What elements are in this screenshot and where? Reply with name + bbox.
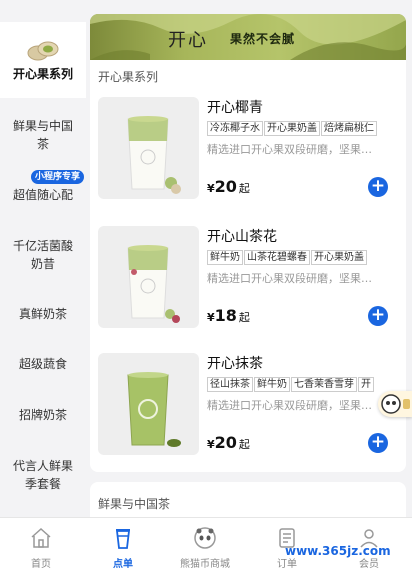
product-list: 开心 果然不会腻 开心果系列 开心椰青 冷冻椰子水 开心果奶盖 焙烤扁桃仁 精选… [90,14,406,517]
product-image [98,226,199,328]
tab-panda-mall[interactable]: 熊猫币商城 [164,518,246,571]
product-item[interactable]: 开心山茶花 鲜牛奶 山茶花碧螺春 开心果奶盖 精选进口开心果双段研磨，坚果… ¥18… [90,226,406,346]
product-price: ¥18 起 [207,306,250,325]
add-to-cart-button[interactable]: + [368,306,388,326]
sidebar-item-label: 千亿活菌酸奶昔 [12,239,73,271]
product-image [98,97,199,199]
product-item[interactable]: 开心椰青 冷冻椰子水 开心果奶盖 焙烤扁桃仁 精选进口开心果双段研磨，坚果… ¥20… [90,97,406,217]
product-tag: 七香茉香雪芽 [291,377,357,392]
sidebar-item-label: 超值随心配 [12,188,73,202]
panda-icon [381,394,410,414]
sidebar-item-label: 开心果系列 [12,67,73,81]
section-title: 开心果系列 [98,70,159,84]
product-tag: 开心果奶盖 [311,250,367,265]
product-tag: 鲜牛奶 [254,377,290,392]
site-watermark: www.365jz.com [285,544,391,558]
product-tag: 鲜牛奶 [207,250,243,265]
product-tag: 径山抹茶 [207,377,253,392]
banner-logo: 开心 [168,30,208,51]
product-item[interactable]: 开心抹茶 径山抹茶 鲜牛奶 七香茉香雪芽开 精选进口开心果双段研磨，坚果… ¥20 起… [90,353,406,473]
banner-slogan: 果然不会腻 [230,32,296,46]
panda-icon [194,527,216,549]
product-tags: 冷冻椰子水 开心果奶盖 焙烤扁桃仁 [207,121,406,137]
product-tag: 开心果奶盖 [264,121,320,136]
sidebar-item-veggie[interactable]: 超级蔬食 [0,352,86,376]
customer-service-float-button[interactable] [378,391,412,417]
sidebar-item-celebrity-combo[interactable]: 代言人鲜果季套餐 [0,455,86,495]
tab-order-menu[interactable]: 点单 [82,518,164,571]
product-image [98,353,199,455]
add-to-cart-button[interactable]: + [368,433,388,453]
product-description: 精选进口开心果双段研磨，坚果… [207,143,372,156]
sidebar-item-label: 真鲜奶茶 [18,307,67,321]
product-tag: 冷冻椰子水 [207,121,263,136]
tab-home[interactable]: 首页 [0,518,82,571]
exclusive-badge: 小程序专享 [31,170,85,184]
product-tags: 径山抹茶 鲜牛奶 七香茉香雪芽开 [207,377,406,393]
product-tag: 山茶花碧螺春 [244,250,310,265]
sidebar-item-yogurt[interactable]: 千亿活菌酸奶昔 [0,235,86,275]
sidebar-item-fresh-milk-tea[interactable]: 真鲜奶茶 [0,302,86,326]
product-tags: 鲜牛奶 山茶花碧螺春 开心果奶盖 [207,250,406,266]
plus-icon: + [370,305,386,325]
product-name: 开心椰青 [207,100,263,116]
plus-icon: + [370,432,386,452]
pistachio-icon [27,41,59,61]
product-description: 精选进口开心果双段研磨，坚果… [207,399,372,412]
plus-icon: + [370,176,386,196]
product-tag: 焙烤扁桃仁 [321,121,377,136]
category-sidebar: 开心果系列 鲜果与中国茶 小程序专享 超值随心配 千亿活菌酸奶昔 真鲜奶茶 超级… [0,0,86,517]
sidebar-item-label: 代言人鲜果季套餐 [12,459,73,491]
tab-label: 首页 [31,559,51,570]
sidebar-item-label: 鲜果与中国茶 [12,119,73,151]
product-name: 开心抹茶 [207,356,263,372]
product-description: 精选进口开心果双段研磨，坚果… [207,272,372,285]
home-icon [31,527,51,548]
add-to-cart-button[interactable]: + [368,177,388,197]
sidebar-item-fruit-tea[interactable]: 鲜果与中国茶 [0,115,86,155]
sidebar-item-value-combo[interactable]: 超值随心配 [0,183,86,207]
section-card: 鲜果与中国茶 [90,482,406,517]
sidebar-item-label: 招牌奶茶 [18,408,67,422]
tab-label: 熊猫币商城 [180,559,230,570]
section-title: 鲜果与中国茶 [98,497,171,511]
sidebar-item-signature[interactable]: 招牌奶茶 [0,403,86,427]
product-price: ¥20 起 [207,177,250,196]
sidebar-item-pistachio[interactable]: 开心果系列 [0,22,86,98]
product-tag: 开 [358,377,374,392]
product-price: ¥20 起 [207,433,250,452]
tab-label: 点单 [113,559,133,570]
cup-icon [115,529,131,549]
sidebar-item-label: 超级蔬食 [18,357,67,371]
promo-banner[interactable]: 开心 果然不会腻 [90,14,406,60]
section-card: 开心 果然不会腻 开心果系列 开心椰青 冷冻椰子水 开心果奶盖 焙烤扁桃仁 精选… [90,14,406,472]
product-name: 开心山茶花 [207,229,277,245]
